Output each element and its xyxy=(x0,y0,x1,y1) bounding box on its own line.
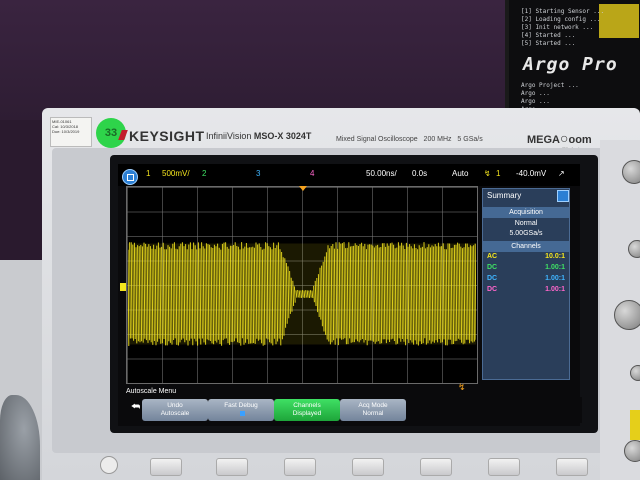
hw-softkey-4[interactable] xyxy=(352,458,384,476)
undo-autoscale-softkey[interactable]: Undo Autoscale xyxy=(142,399,208,421)
channels-displayed-softkey[interactable]: Channels Displayed xyxy=(274,399,340,421)
brand-name: KEYSIGHT xyxy=(129,128,205,144)
trigger-icon: ↯ xyxy=(484,169,491,178)
channel-row-2: DC 1.00:1 xyxy=(487,264,565,271)
ch1-trace-glow xyxy=(128,243,476,345)
trigger-level-icon: ↯ xyxy=(458,382,466,392)
summary-panel: Summary Acquisition Normal 5.00GSa/s Cha… xyxy=(482,188,570,380)
knob-1[interactable] xyxy=(622,160,640,184)
knob-2[interactable] xyxy=(628,240,640,258)
trigger-slope-icon: ↗ xyxy=(558,169,565,178)
ch4-label[interactable]: 4 xyxy=(310,169,314,178)
timebase[interactable]: 50.00ns/ xyxy=(366,169,397,178)
channel-row-4: DC 1.00:1 xyxy=(487,286,565,293)
ch1-front-button[interactable] xyxy=(630,410,640,440)
acq-mode-softkey[interactable]: Acq Mode Normal xyxy=(340,399,406,421)
hw-softkey-3[interactable] xyxy=(284,458,316,476)
ch3-label[interactable]: 3 xyxy=(256,169,260,178)
acquisition-rate: 5.00GSa/s xyxy=(509,230,543,237)
ch1-ground-marker[interactable] xyxy=(120,283,126,291)
model-name: InfiniiVision MSO-X 3024T xyxy=(206,131,312,141)
summary-settings-icon[interactable] xyxy=(557,190,569,202)
status-bar: 1 500mV/ 2 3 4 50.00ns/ 0.0s Auto ↯ 1 -4… xyxy=(118,164,580,186)
acquisition-header: Acquisition xyxy=(483,207,569,218)
summary-title[interactable]: Summary xyxy=(487,191,521,200)
ch1-scale[interactable]: 500mV/ xyxy=(162,169,190,178)
home-icon[interactable] xyxy=(122,169,138,185)
menu-title: Autoscale Menu xyxy=(126,388,177,395)
knob-4[interactable] xyxy=(624,440,640,462)
ch2-label[interactable]: 2 xyxy=(202,169,206,178)
calibration-sticker: MIE-01061 Cal: 10/3/2018 Due: 10/3/2019 xyxy=(50,117,92,147)
power-button[interactable] xyxy=(100,456,118,474)
ch1-label[interactable]: 1 xyxy=(146,169,150,178)
fast-debug-checkbox[interactable] xyxy=(240,411,245,416)
hw-softkey-5[interactable] xyxy=(420,458,452,476)
knob-3[interactable] xyxy=(630,365,640,381)
channels-header: Channels xyxy=(483,241,569,252)
back-arrow-icon[interactable]: ⮪ xyxy=(131,402,140,413)
background-monitor: [1] Starting Sensor ... [2] Loading conf… xyxy=(505,0,640,118)
hw-softkey-2[interactable] xyxy=(216,458,248,476)
hw-softkey-1[interactable] xyxy=(150,458,182,476)
acquisition-mode: Normal xyxy=(514,220,538,227)
trigger-level[interactable]: -40.0mV xyxy=(516,169,546,178)
delay[interactable]: 0.0s xyxy=(412,169,427,178)
monitor-logo: Argo Pro xyxy=(523,54,618,75)
hw-softkey-6[interactable] xyxy=(488,458,520,476)
megazoom-logo: MEGA○oom xyxy=(527,130,592,146)
model-description: Mixed Signal Oscilloscope 200 MHz 5 GSa/… xyxy=(336,136,483,143)
fast-debug-softkey[interactable]: Fast Debug xyxy=(208,399,274,421)
ch1-waveform xyxy=(128,242,476,347)
monitor-highlight xyxy=(599,4,639,38)
entry-knob[interactable] xyxy=(614,300,640,330)
hw-softkey-7[interactable] xyxy=(556,458,588,476)
channel-row-1: AC 10.0:1 xyxy=(487,253,565,260)
trigger-position-marker[interactable] xyxy=(299,186,307,191)
trigger-mode[interactable]: Auto xyxy=(452,169,468,178)
channel-row-3: DC 1.00:1 xyxy=(487,275,565,282)
trigger-source[interactable]: 1 xyxy=(496,169,500,178)
